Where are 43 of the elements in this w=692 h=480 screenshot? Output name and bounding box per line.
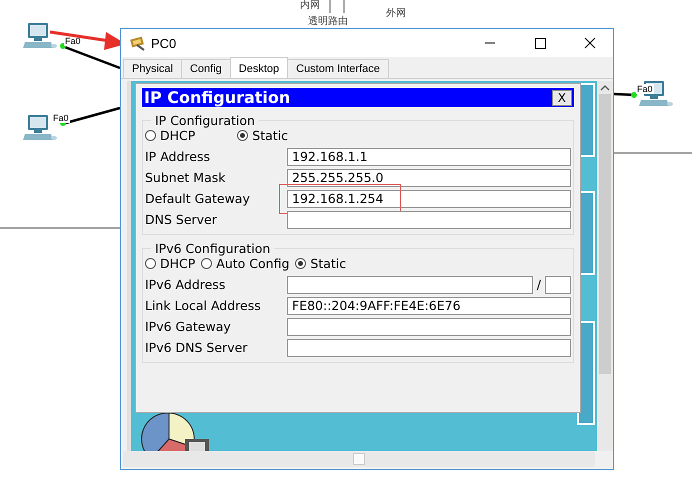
input-field[interactable] <box>287 210 571 228</box>
field-label: IPv6 Gateway <box>145 319 232 334</box>
field-label: Link Local Address <box>145 298 262 313</box>
radio-option[interactable]: Static <box>237 128 288 143</box>
input-field[interactable] <box>287 276 533 294</box>
radio-option[interactable]: DHCP <box>145 128 196 143</box>
window-title: PC0 <box>151 36 176 50</box>
link-status-dot <box>631 92 637 98</box>
pc-app-icon <box>129 35 147 51</box>
port-label: Fa0 <box>52 113 70 123</box>
radio-option[interactable]: Auto Config <box>201 256 290 271</box>
input-field[interactable]: 255.255.255.0 <box>287 168 571 186</box>
close-button[interactable]: X <box>552 90 572 106</box>
scroll-up-icon[interactable] <box>600 84 610 92</box>
dialog-title: IP Configuration <box>144 88 292 107</box>
vertical-scrollbar[interactable] <box>597 81 613 451</box>
slash-separator: / <box>536 277 542 292</box>
tab[interactable]: Custom Interface <box>287 59 389 78</box>
group-legend: IPv6 Configuration <box>151 241 274 256</box>
input-field[interactable]: FE80::204:9AFF:FE4E:6E76 <box>287 296 571 314</box>
field-label: DNS Server <box>145 212 218 227</box>
input-field[interactable]: 192.168.1.1 <box>287 148 571 166</box>
connection-line <box>342 0 346 15</box>
network-label: 内网 <box>300 0 320 11</box>
field-label: IP Address <box>145 149 211 164</box>
input-field[interactable]: 192.168.1.254 <box>287 190 571 208</box>
field-label: IPv6 DNS Server <box>145 340 248 355</box>
group-legend: IP Configuration <box>151 113 259 128</box>
input-field[interactable] <box>287 338 571 356</box>
field-label: Subnet Mask <box>145 170 226 185</box>
field-label: IPv6 Address <box>145 277 226 292</box>
connection-line <box>328 0 332 15</box>
tab[interactable]: Desktop <box>230 57 288 78</box>
input-field[interactable] <box>287 318 571 336</box>
radio-option[interactable]: Static <box>295 256 346 271</box>
field-label: Default Gateway <box>145 191 251 206</box>
port-label: Fa0 <box>636 84 654 94</box>
network-label: 透明路由 <box>308 16 348 27</box>
tab[interactable]: Physical <box>123 59 182 78</box>
horizontal-scrollbar[interactable] <box>123 451 595 467</box>
prefix-field[interactable] <box>545 276 571 294</box>
radio-option[interactable]: DHCP <box>145 256 196 271</box>
network-label: 外网 <box>386 8 406 19</box>
